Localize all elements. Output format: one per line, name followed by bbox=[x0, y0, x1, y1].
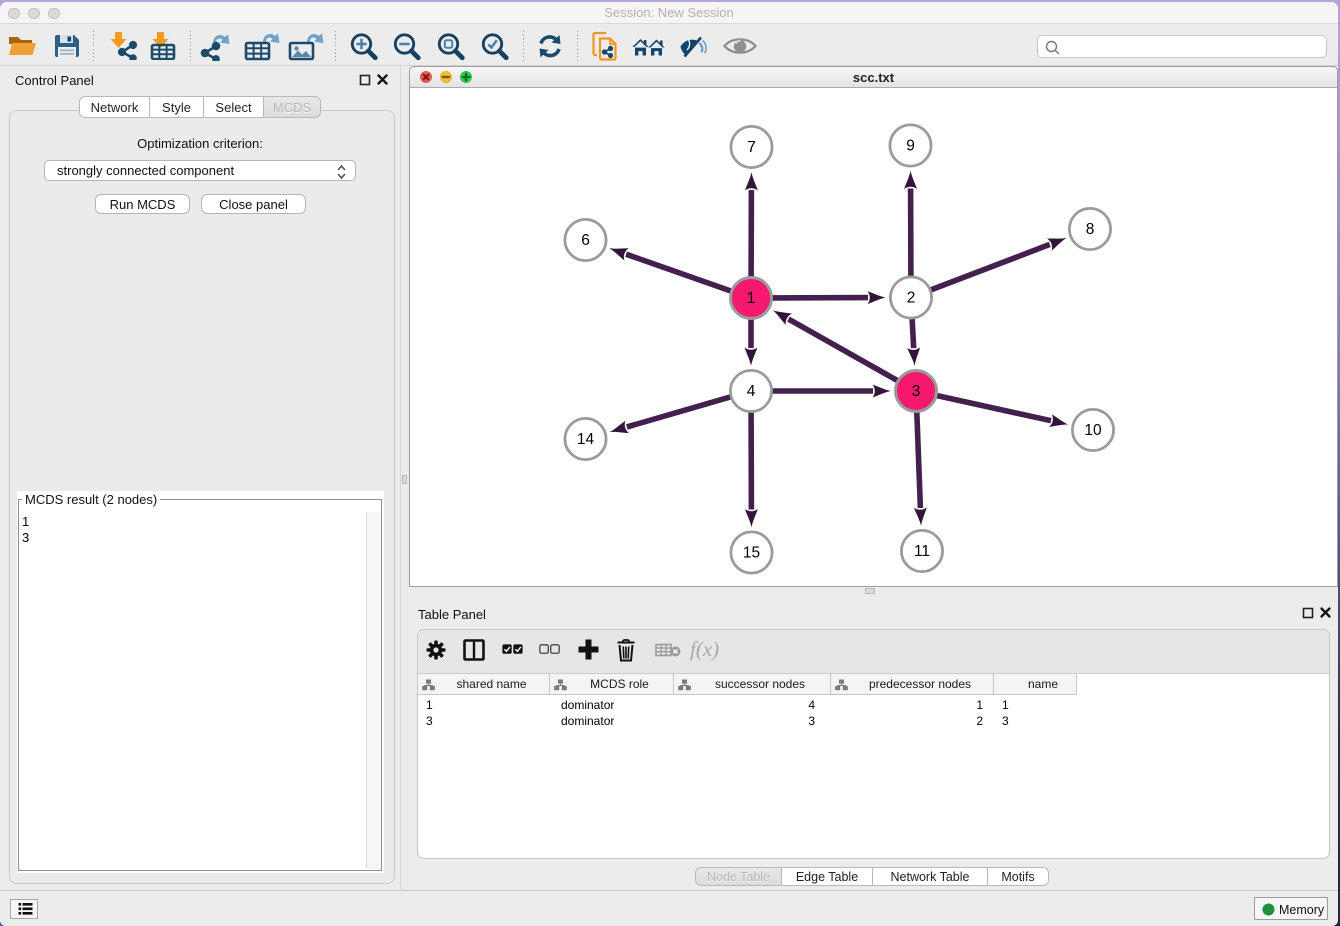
svg-text:14: 14 bbox=[577, 431, 595, 448]
svg-text:2: 2 bbox=[907, 290, 916, 307]
svg-text:7: 7 bbox=[747, 139, 756, 156]
svg-text:4: 4 bbox=[747, 383, 756, 400]
svg-text:6: 6 bbox=[581, 232, 590, 249]
svg-text:3: 3 bbox=[912, 383, 921, 400]
svg-text:9: 9 bbox=[906, 138, 915, 155]
svg-text:1: 1 bbox=[747, 290, 756, 307]
svg-text:10: 10 bbox=[1084, 422, 1102, 439]
svg-text:8: 8 bbox=[1086, 221, 1095, 238]
svg-text:15: 15 bbox=[743, 545, 760, 562]
svg-text:11: 11 bbox=[914, 543, 930, 560]
